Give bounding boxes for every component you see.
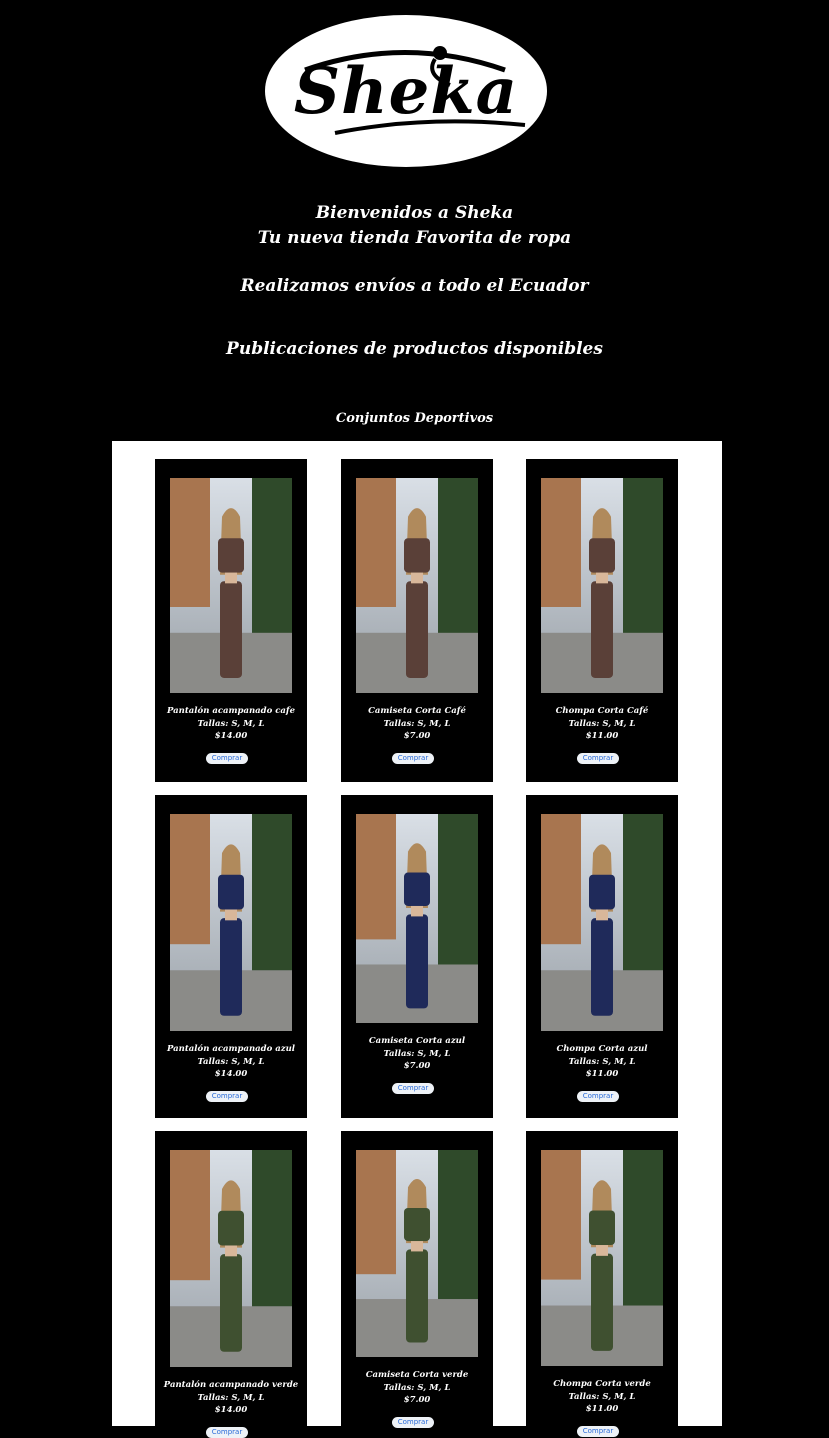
model-photo-icon [356,478,478,693]
model-photo-icon [356,1150,478,1357]
welcome-heading: Bienvenidos a Sheka Tu nueva tienda Favo… [0,201,829,251]
product-photo [170,814,292,1031]
product-price: $14.00 [214,731,248,741]
product-photo [541,814,663,1031]
product-photo [541,478,663,693]
product-card: Pantalón acampanado cafe Tallas: S, M, L $… [155,459,307,782]
product-photo [541,1150,663,1366]
product-name: Camiseta Corta Café [368,706,466,716]
buy-button[interactable]: Comprar [392,1417,434,1428]
sheka-logo: Sheka [265,15,547,167]
product-photo [356,478,478,693]
model-photo-icon [541,478,663,693]
product-sizes: Tallas: S, M, L [568,1391,636,1402]
product-card: Camiseta Corta azul Tallas: S, M, L $7.00 C… [341,795,493,1118]
product-card: Chompa Corta verde Tallas: S, M, L $11.00 C… [526,1131,678,1437]
product-sizes: Tallas: S, M, L [197,1056,265,1067]
product-info: Chompa Corta verde Tallas: S, M, L $11.00 [526,1378,678,1416]
product-sizes: Tallas: S, M, L [383,1382,451,1393]
product-name: Pantalón acampanado cafe [167,706,295,716]
product-name: Pantalón acampanado verde [163,1380,299,1390]
product-name: Camiseta Corta verde [365,1370,469,1380]
product-name: Chompa Corta verde [553,1379,651,1389]
product-name: Chompa Corta Café [555,706,649,716]
buy-button[interactable]: Comprar [392,753,434,764]
product-sizes: Tallas: S, M, L [568,1056,636,1067]
model-photo-icon [170,814,292,1031]
product-name: Chompa Corta azul [556,1044,648,1054]
product-price: $7.00 [403,1061,431,1071]
product-sizes: Tallas: S, M, L [197,718,265,729]
product-price: $11.00 [585,1069,619,1079]
product-info: Chompa Corta Café Tallas: S, M, L $11.00 [526,705,678,743]
buy-button[interactable]: Comprar [206,753,248,764]
model-photo-icon [541,1150,663,1366]
product-info: Pantalón acampanado cafe Tallas: S, M, L $… [155,705,307,743]
model-photo-icon [356,814,478,1023]
product-price: $11.00 [585,1404,619,1414]
product-info: Camiseta Corta azul Tallas: S, M, L $7.00 [341,1035,493,1073]
product-info: Camiseta Corta verde Tallas: S, M, L $7.00 [341,1369,493,1407]
product-sizes: Tallas: S, M, L [383,718,451,729]
section-title: Conjuntos Deportivos [335,411,494,426]
publications-heading: Publicaciones de productos disponibles [226,339,603,359]
product-price: $14.00 [214,1405,248,1415]
product-card: Camiseta Corta verde Tallas: S, M, L $7.00… [341,1131,493,1428]
product-sizes: Tallas: S, M, L [197,1392,265,1403]
logo-oval: Sheka [265,15,547,167]
product-card: Pantalón acampanado verde Tallas: S, M, L… [155,1131,307,1438]
buy-button[interactable]: Comprar [577,753,619,764]
welcome-line-1: Bienvenidos a Sheka [315,203,514,223]
product-price: $14.00 [214,1069,248,1079]
product-info: Camiseta Corta Café Tallas: S, M, L $7.00 [341,705,493,743]
welcome-line-2: Tu nueva tienda Favorita de ropa [257,228,572,248]
buy-button[interactable]: Comprar [206,1091,248,1102]
product-price: $7.00 [403,1395,431,1405]
product-photo [170,1150,292,1367]
product-info: Pantalón acampanado azul Tallas: S, M, L $… [155,1043,307,1081]
product-card: Pantalón acampanado azul Tallas: S, M, L $… [155,795,307,1118]
shipping-notice: Realizamos envíos a todo el Ecuador [240,276,589,296]
buy-button[interactable]: Comprar [392,1083,434,1094]
model-photo-icon [170,478,292,693]
product-name: Pantalón acampanado azul [167,1044,295,1054]
product-sizes: Tallas: S, M, L [383,1048,451,1059]
product-price: $11.00 [585,731,619,741]
product-photo [356,1150,478,1357]
product-card: Camiseta Corta Café Tallas: S, M, L $7.00 C… [341,459,493,782]
product-sizes: Tallas: S, M, L [568,718,636,729]
product-photo [356,814,478,1023]
product-info: Chompa Corta azul Tallas: S, M, L $11.00 [526,1043,678,1081]
buy-button[interactable]: Comprar [206,1427,248,1438]
logo-swoosh-icon [304,46,526,135]
product-card: Chompa Corta azul Tallas: S, M, L $11.00 Co… [526,795,678,1118]
product-price: $7.00 [403,731,431,741]
product-card: Chompa Corta Café Tallas: S, M, L $11.00 Co… [526,459,678,782]
model-photo-icon [170,1150,292,1367]
product-name: Camiseta Corta azul [368,1036,466,1046]
buy-button[interactable]: Comprar [577,1091,619,1102]
model-photo-icon [541,814,663,1031]
product-photo [170,478,292,693]
buy-button[interactable]: Comprar [577,1426,619,1437]
product-info: Pantalón acampanado verde Tallas: S, M, L… [155,1379,307,1417]
